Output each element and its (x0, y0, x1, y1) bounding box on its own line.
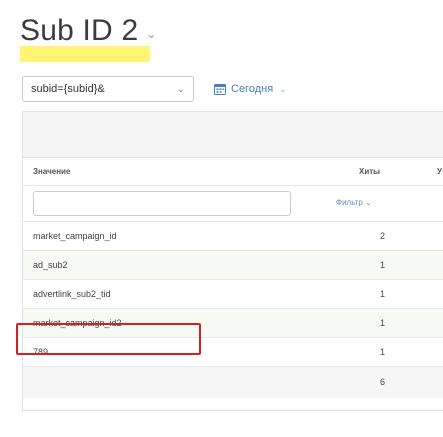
chevron-down-icon: ⌄ (176, 83, 185, 95)
row-hits: 2 (379, 231, 385, 241)
value-filter-input[interactable] (33, 191, 291, 216)
subid-param-select[interactable]: subid={subid}& ⌄ (22, 76, 194, 102)
table-filter-row: Фильтр ⌄ (23, 186, 443, 222)
row-hits: 1 (379, 347, 385, 357)
calendar-icon (214, 84, 226, 95)
total-hits: 6 (379, 377, 385, 387)
page-title: Sub ID 2 (20, 14, 139, 47)
table-total-row: 6 (23, 367, 443, 398)
table-panel-header (23, 112, 443, 158)
chevron-down-icon: ⌄ (279, 83, 287, 94)
subid-param-select-value: subid={subid}& (31, 83, 105, 95)
row-value: 789 (33, 347, 49, 357)
row-hits: 1 (379, 289, 385, 299)
column-header-value[interactable]: Значение (33, 167, 70, 176)
title-chevron-down-icon[interactable]: ⌄ (146, 27, 156, 41)
table-row[interactable]: ad_sub2 1 (23, 251, 443, 280)
yellow-highlight-mark (20, 46, 150, 62)
row-value: ad_sub2 (33, 260, 68, 270)
filter-dropdown[interactable]: Фильтр ⌄ (336, 198, 372, 207)
column-header-truncated[interactable]: У (437, 167, 442, 176)
date-range-label: Сегодня (231, 83, 274, 95)
table-row[interactable]: 789 1 (23, 338, 443, 367)
table-row[interactable]: market_campaign_id2 1 (23, 309, 443, 338)
column-header-hits[interactable]: Хиты (359, 167, 380, 176)
row-hits: 1 (379, 260, 385, 270)
row-value: market_campaign_id2 (33, 318, 122, 328)
row-value: market_campaign_id (33, 231, 117, 241)
table-row[interactable]: market_campaign_id 2 (23, 222, 443, 251)
row-hits: 1 (379, 318, 385, 328)
date-range-picker[interactable]: Сегодня ⌄ (214, 76, 287, 102)
table-row[interactable]: advertlink_sub2_tid 1 (23, 280, 443, 309)
table-column-headers: Значение Хиты У (23, 158, 443, 186)
row-value: advertlink_sub2_tid (33, 289, 111, 299)
report-table: Значение Хиты У Фильтр ⌄ market_campaign… (22, 111, 443, 411)
